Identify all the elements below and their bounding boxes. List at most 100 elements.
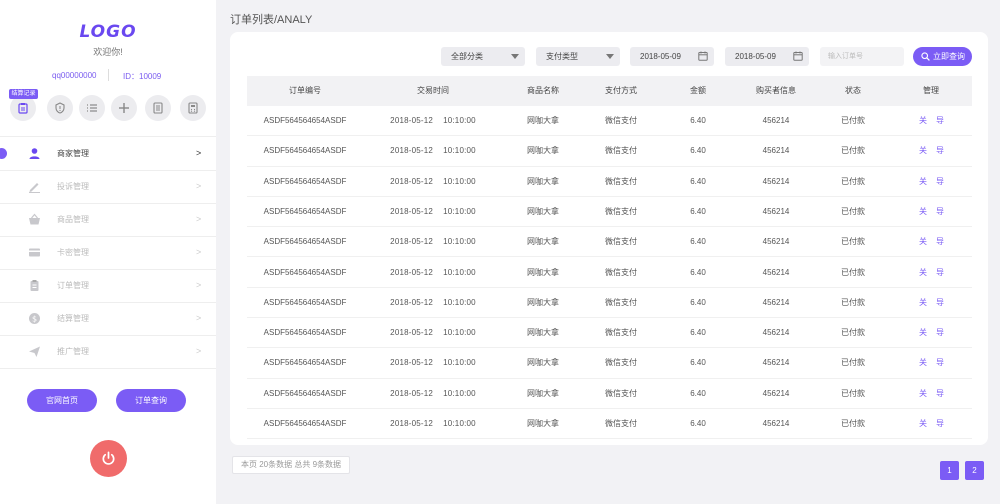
menu-label: 商品管理 (57, 215, 89, 224)
divider (0, 368, 216, 369)
menu-item-order[interactable]: 订单管理 > (0, 269, 216, 302)
export-action[interactable]: 导 (936, 318, 944, 348)
close-action[interactable]: 关 (919, 409, 927, 439)
logo: LOGO (79, 22, 137, 42)
export-action[interactable]: 导 (936, 197, 944, 227)
close-action[interactable]: 关 (919, 258, 927, 288)
close-action[interactable]: 关 (919, 136, 927, 166)
cell-status: 已付款 (841, 206, 865, 216)
cell-time: 2018-05-12 10:10:00 (390, 318, 476, 348)
cell-date: 2018-05-12 (390, 176, 434, 186)
chevron-right-icon: > (196, 313, 202, 323)
category-select[interactable]: 全部分类 (441, 47, 525, 66)
order-number-input[interactable] (820, 47, 904, 66)
cell-time: 2018-05-12 10:10:00 (390, 258, 476, 288)
cell-buyer: 456214 (762, 267, 790, 277)
close-action[interactable]: 关 (919, 197, 927, 227)
clipboard-icon (30, 280, 39, 291)
cell-time: 2018-05-12 10:10:00 (390, 136, 476, 166)
chevron-right-icon: > (196, 181, 202, 191)
search-button[interactable]: 立即查询 (913, 47, 972, 66)
cell-pay: 微信支付 (605, 297, 637, 307)
close-action[interactable]: 关 (919, 348, 927, 378)
close-action[interactable]: 关 (919, 106, 927, 136)
cell-clock: 10:10:00 (443, 116, 476, 125)
document-button[interactable] (145, 95, 171, 121)
menu-item-product[interactable]: 商品管理 > (0, 203, 216, 236)
close-action[interactable]: 关 (919, 379, 927, 409)
cell-status: 已付款 (841, 146, 865, 156)
export-action[interactable]: 导 (936, 136, 944, 166)
cell-status: 已付款 (841, 388, 865, 398)
menu-label: 订单管理 (57, 281, 89, 290)
cell-date: 2018-05-12 (390, 388, 434, 398)
export-action[interactable]: 导 (936, 348, 944, 378)
add-button[interactable] (111, 95, 137, 121)
shield-button[interactable] (47, 95, 73, 121)
clipboard-icon (18, 103, 28, 114)
cell-id: ASDF564564654ASDF (263, 146, 347, 156)
shield-icon (55, 102, 65, 114)
close-action[interactable]: 关 (919, 318, 927, 348)
close-action[interactable]: 关 (919, 227, 927, 257)
menu-item-merchant[interactable]: 商家管理 > (0, 137, 216, 170)
cell-buyer: 456214 (762, 297, 790, 307)
user-id: ID：10009 (123, 72, 162, 81)
page-button-2[interactable]: 2 (965, 461, 984, 480)
list-button[interactable] (79, 95, 105, 121)
export-action[interactable]: 导 (936, 227, 944, 257)
export-action[interactable]: 导 (936, 379, 944, 409)
home-button[interactable]: 官网首页 (27, 389, 97, 412)
menu-item-settlement[interactable]: $ 结算管理 > (0, 302, 216, 335)
calculator-icon (188, 102, 198, 114)
export-action[interactable]: 导 (936, 258, 944, 288)
cell-time: 2018-05-12 10:10:00 (390, 167, 476, 197)
cell-clock: 10:10:00 (443, 358, 476, 368)
date-to-field[interactable]: 2018-05-09 (725, 47, 809, 66)
menu-item-complaint[interactable]: 投诉管理 > (0, 170, 216, 203)
close-action[interactable]: 关 (919, 167, 927, 197)
menu-item-card[interactable]: 卡密管理 > (0, 236, 216, 269)
cell-product: 网咖大拿 (527, 237, 559, 247)
cell-id: ASDF564564654ASDF (263, 237, 347, 247)
export-action[interactable]: 导 (936, 106, 944, 136)
page-title: 订单列表/ANALY (230, 14, 313, 26)
cell-id: ASDF564564654ASDF (263, 297, 347, 307)
cell-date: 2018-05-12 (390, 206, 434, 216)
cell-clock: 10:10:00 (443, 328, 476, 338)
logout-button[interactable] (90, 440, 127, 477)
search-icon (921, 52, 930, 61)
cell-product: 网咖大拿 (527, 267, 559, 277)
cell-amount: 6.40 (690, 237, 706, 247)
cell-clock: 10:10:00 (443, 419, 476, 428)
cell-pay: 微信支付 (605, 388, 637, 398)
export-action[interactable]: 导 (936, 167, 944, 197)
list-icon (87, 104, 97, 112)
menu-label: 卡密管理 (57, 248, 89, 257)
export-action[interactable]: 导 (936, 409, 944, 439)
cell-pay: 微信支付 (605, 328, 637, 338)
pay-type-select[interactable]: 支付类型 (536, 47, 620, 66)
cell-product: 网咖大拿 (527, 419, 559, 428)
column-header: 支付方式 (605, 86, 637, 95)
order-query-button[interactable]: 订单查询 (116, 389, 186, 412)
cell-amount: 6.40 (690, 176, 706, 186)
search-label: 立即查询 (933, 52, 965, 61)
menu-item-promotion[interactable]: 推广管理 > (0, 335, 216, 368)
date-from-field[interactable]: 2018-05-09 (630, 47, 714, 66)
cell-amount: 6.40 (690, 297, 706, 307)
chevron-right-icon: > (196, 148, 202, 158)
cell-clock: 10:10:00 (443, 237, 476, 247)
pay-type-value: 支付类型 (546, 52, 578, 61)
close-action[interactable]: 关 (919, 288, 927, 318)
page-info: 本页 20条数据 总共 9条数据 (232, 456, 351, 474)
cell-buyer: 456214 (762, 176, 790, 186)
page-button-1[interactable]: 1 (940, 461, 959, 480)
export-action[interactable]: 导 (936, 288, 944, 318)
user-info: qq00000000 ID：10009 (0, 69, 216, 83)
basket-icon (29, 213, 40, 225)
calculator-button[interactable] (180, 95, 206, 121)
cell-buyer: 456214 (762, 358, 790, 368)
cell-date: 2018-05-12 (390, 237, 434, 247)
cell-clock: 10:10:00 (443, 146, 476, 156)
